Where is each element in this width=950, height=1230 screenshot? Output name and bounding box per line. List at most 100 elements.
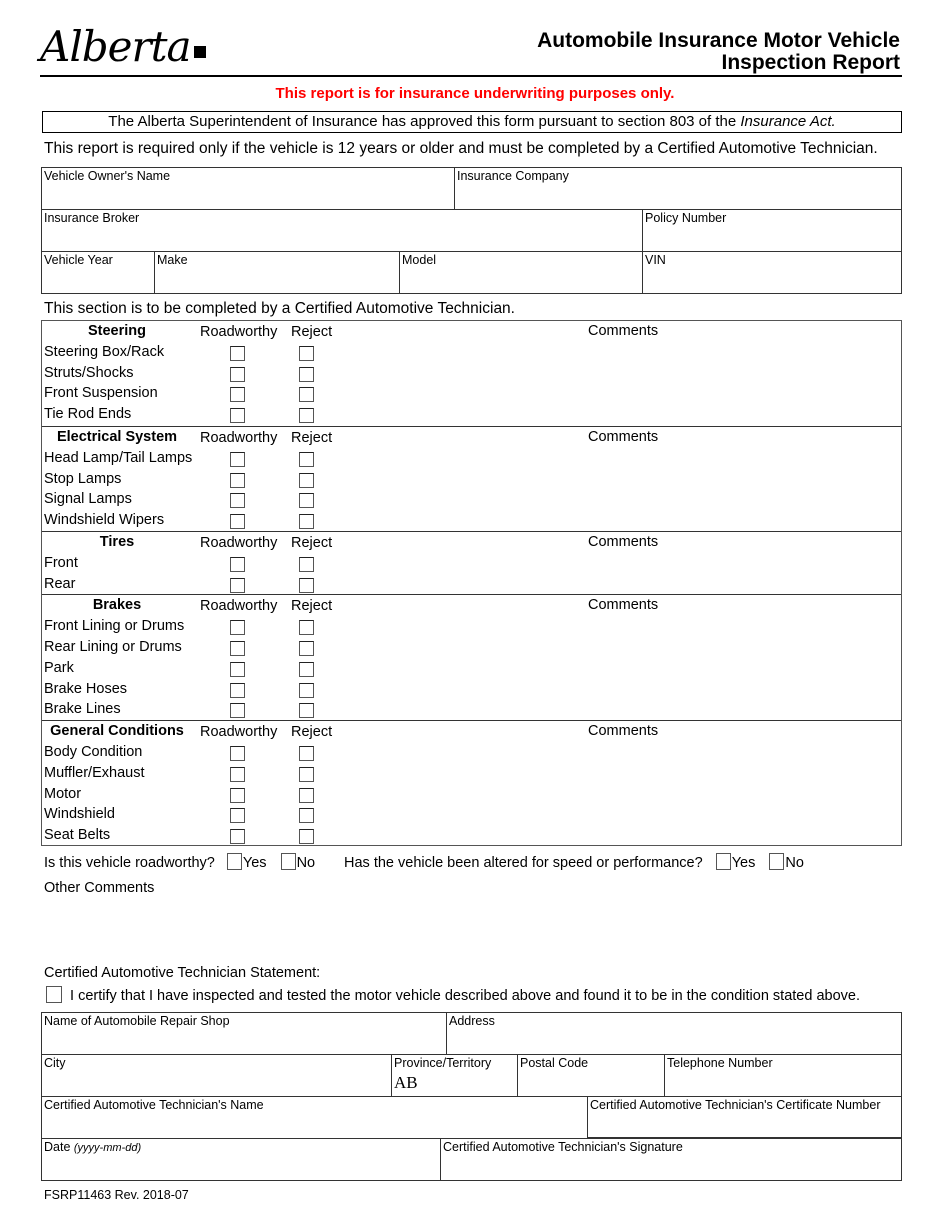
comments-field[interactable] (352, 447, 901, 532)
roadworthy-checkbox[interactable] (230, 703, 245, 719)
inspection-item-label: Front Lining or Drums (44, 618, 185, 635)
inspection-item-label: Rear Lining or Drums (44, 638, 182, 655)
roadworthy-checkbox[interactable] (230, 472, 245, 488)
roadworthy-yes-option[interactable]: Yes (226, 853, 267, 871)
roadworthy-checkbox[interactable] (230, 408, 245, 424)
comments-field[interactable] (352, 741, 901, 847)
reject-checkbox[interactable] (299, 808, 314, 824)
roadworthy-checkbox[interactable] (230, 661, 245, 677)
altered-question: Has the vehicle been altered for speed o… (344, 853, 804, 871)
comments-column-header: Comments (588, 429, 659, 445)
policy-number-field[interactable]: Policy Number (642, 209, 902, 252)
shop-name-field[interactable]: Name of Automobile Repair Shop (41, 1012, 447, 1055)
inspection-item-label: Tie Rod Ends (44, 406, 132, 423)
page-title: Automobile Insurance Motor Vehicle Inspe… (537, 30, 900, 74)
owner-name-label: Vehicle Owner's Name (44, 169, 171, 183)
roadworthy-checkbox[interactable] (230, 829, 245, 845)
address-label: Address (449, 1014, 495, 1028)
inspection-item-label: Front Suspension (44, 385, 158, 402)
roadworthy-no-checkbox[interactable] (280, 853, 296, 870)
no-label: No (296, 855, 316, 871)
inspection-item-label: Head Lamp/Tail Lamps (44, 449, 193, 466)
roadworthy-checkbox[interactable] (230, 451, 245, 467)
roadworthy-checkbox[interactable] (230, 577, 245, 593)
altered-no-option[interactable]: No (769, 853, 804, 871)
inspection-group: General Conditions Roadworthy Reject Commen… (42, 720, 901, 847)
reject-checkbox[interactable] (299, 451, 314, 467)
reject-checkbox[interactable] (299, 366, 314, 382)
reject-checkbox[interactable] (299, 787, 314, 803)
roadworthy-yes-checkbox[interactable] (226, 853, 242, 870)
roadworthy-checkbox[interactable] (230, 620, 245, 636)
model-field[interactable]: Model (399, 251, 643, 294)
roadworthy-checkbox[interactable] (230, 745, 245, 761)
altered-yes-checkbox[interactable] (715, 853, 731, 870)
vehicle-year-field[interactable]: Vehicle Year (41, 251, 154, 294)
comments-column-header: Comments (588, 723, 659, 740)
reject-checkbox[interactable] (299, 556, 314, 572)
reject-checkbox[interactable] (299, 472, 314, 488)
make-field[interactable]: Make (154, 251, 400, 294)
comments-field[interactable] (352, 341, 901, 426)
reject-checkbox[interactable] (299, 766, 314, 782)
roadworthy-no-option[interactable]: No (280, 853, 316, 871)
reject-checkbox[interactable] (299, 345, 314, 361)
roadworthy-checkbox[interactable] (230, 682, 245, 698)
insurance-company-field[interactable]: Insurance Company (454, 167, 902, 210)
reject-checkbox[interactable] (299, 408, 314, 424)
certify-text: I certify that I have inspected and test… (70, 988, 860, 1004)
title-line-2: Inspection Report (721, 51, 900, 74)
postal-code-field[interactable]: Postal Code (517, 1054, 665, 1097)
roadworthy-checkbox[interactable] (230, 808, 245, 824)
reject-column-header: Reject (291, 535, 333, 551)
altered-yes-option[interactable]: Yes (715, 853, 755, 871)
inspection-item-label: Rear (44, 575, 76, 592)
tech-name-field[interactable]: Certified Automotive Technician's Name (41, 1096, 587, 1139)
group-heading: Tires (99, 534, 135, 550)
altered-no-checkbox[interactable] (769, 853, 785, 870)
reject-checkbox[interactable] (299, 745, 314, 761)
roadworthy-checkbox[interactable] (230, 556, 245, 572)
reject-checkbox[interactable] (299, 493, 314, 509)
roadworthy-checkbox[interactable] (230, 787, 245, 803)
other-comments-label: Other Comments (44, 880, 155, 896)
comments-field[interactable] (352, 552, 901, 595)
province-field[interactable]: Province/Territory AB (391, 1054, 518, 1097)
date-field[interactable]: Date (yyyy-mm-dd) (41, 1138, 441, 1181)
inspection-item-label: Brake Hoses (44, 680, 128, 697)
reject-checkbox[interactable] (299, 514, 314, 530)
cert-number-field[interactable]: Certified Automotive Technician's Certif… (587, 1096, 902, 1139)
signature-label: Certified Automotive Technician's Signat… (443, 1140, 683, 1154)
reject-checkbox[interactable] (299, 829, 314, 845)
roadworthy-checkbox[interactable] (230, 366, 245, 382)
shop-name-label: Name of Automobile Repair Shop (44, 1014, 230, 1028)
roadworthy-checkbox[interactable] (230, 493, 245, 509)
address-field[interactable]: Address (446, 1012, 902, 1055)
reject-checkbox[interactable] (299, 640, 314, 656)
other-comments-field[interactable] (44, 900, 900, 958)
roadworthy-checkbox[interactable] (230, 766, 245, 782)
certify-checkbox[interactable] (46, 986, 62, 1003)
reject-column-header: Reject (291, 324, 333, 340)
insurance-broker-field[interactable]: Insurance Broker (41, 209, 643, 252)
telephone-field[interactable]: Telephone Number (664, 1054, 902, 1097)
roadworthy-checkbox[interactable] (230, 514, 245, 530)
reject-checkbox[interactable] (299, 577, 314, 593)
owner-name-field[interactable]: Vehicle Owner's Name (41, 167, 455, 210)
roadworthy-column-header: Roadworthy (200, 430, 278, 446)
roadworthy-checkbox[interactable] (230, 640, 245, 656)
reject-checkbox[interactable] (299, 703, 314, 719)
reject-checkbox[interactable] (299, 661, 314, 677)
roadworthy-checkbox[interactable] (230, 345, 245, 361)
roadworthy-question-text: Is this vehicle roadworthy? (44, 855, 215, 871)
reject-checkbox[interactable] (299, 387, 314, 403)
header-divider (40, 75, 902, 77)
reject-checkbox[interactable] (299, 682, 314, 698)
roadworthy-checkbox[interactable] (230, 387, 245, 403)
signature-field[interactable]: Certified Automotive Technician's Signat… (440, 1138, 902, 1181)
reject-checkbox[interactable] (299, 620, 314, 636)
comments-field[interactable] (352, 615, 901, 721)
roadworthy-column-header: Roadworthy (200, 535, 278, 551)
vin-field[interactable]: VIN (642, 251, 902, 294)
city-field[interactable]: City (41, 1054, 392, 1097)
